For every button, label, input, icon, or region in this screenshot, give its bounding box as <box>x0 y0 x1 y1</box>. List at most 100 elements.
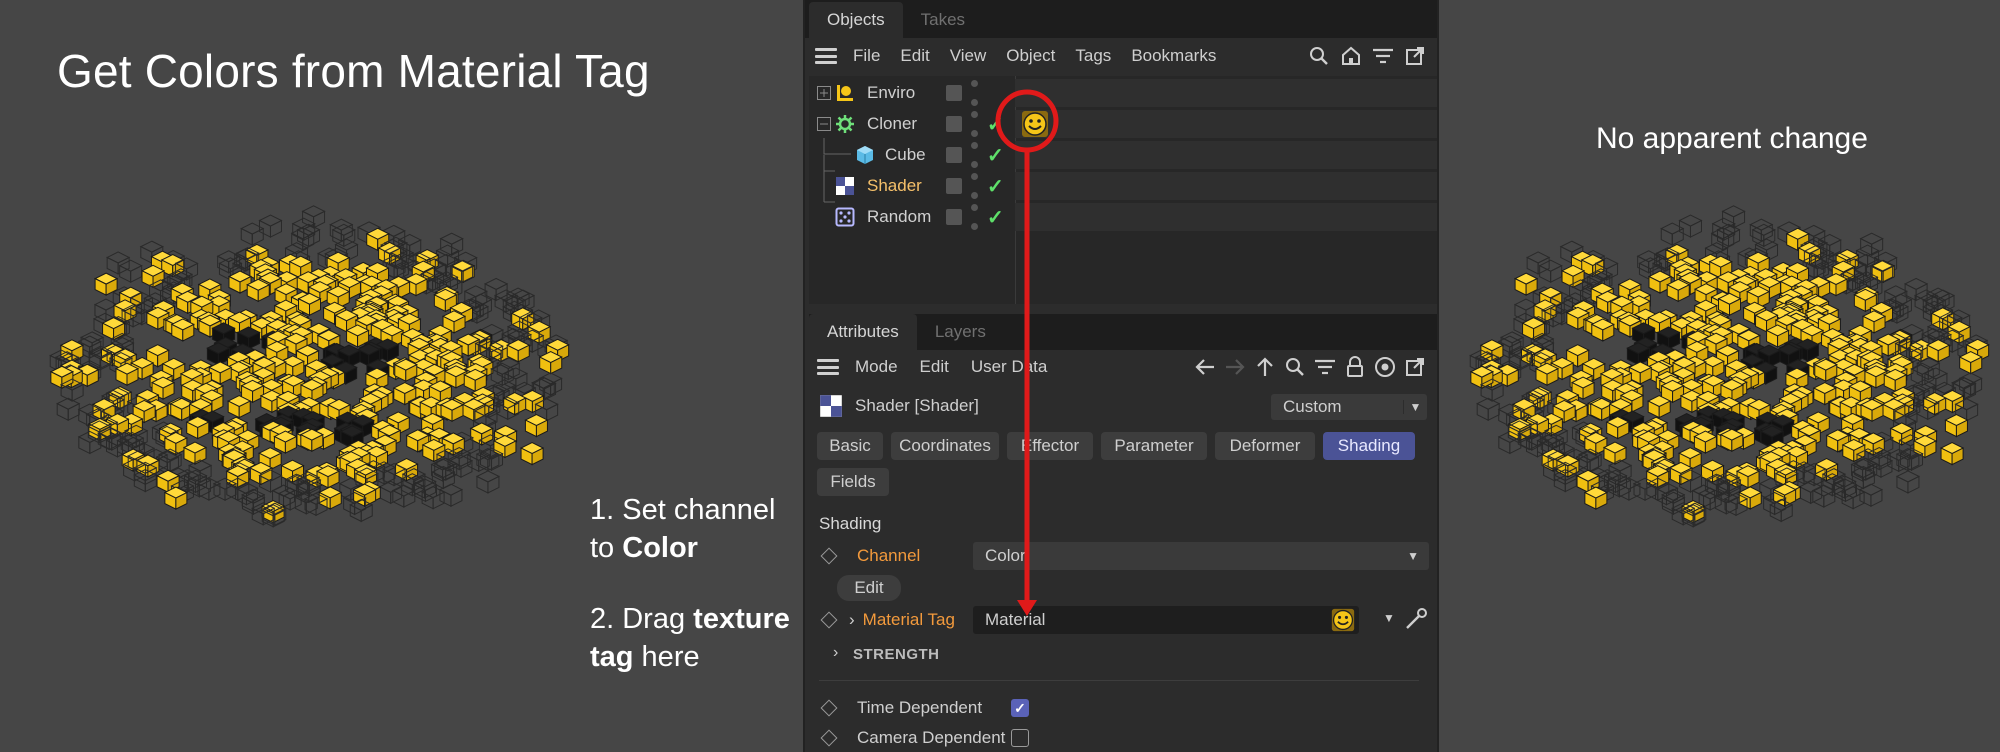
chevron-right-icon[interactable]: › <box>833 644 838 662</box>
chevron-down-icon[interactable]: ▼ <box>1383 611 1395 625</box>
voxel-cube <box>538 350 563 375</box>
voxel-cube <box>490 362 515 387</box>
search-icon[interactable] <box>1307 44 1331 68</box>
edit-toggle-icon[interactable] <box>946 85 962 101</box>
visibility-dots-icon[interactable] <box>971 204 979 230</box>
voxel-cube <box>241 491 266 516</box>
check-icon[interactable]: ✓ <box>987 112 1004 137</box>
material-tag-field[interactable]: Material <box>973 606 1359 634</box>
filter-icon[interactable] <box>1313 355 1337 379</box>
voxel-cube <box>296 223 321 248</box>
voxel-cube <box>1605 416 1630 440</box>
voxel-cube <box>56 397 81 421</box>
object-row-random[interactable]: Random ✓ <box>809 186 1437 232</box>
tab-takes[interactable]: Takes <box>903 2 983 38</box>
hamburger-menu-icon[interactable] <box>817 359 839 375</box>
step1-text: 1. Set channel <box>590 494 776 526</box>
voxel-cube <box>225 465 250 489</box>
hamburger-menu-icon[interactable] <box>815 48 837 64</box>
popout-icon[interactable] <box>1403 355 1427 379</box>
tab-layers[interactable]: Layers <box>917 314 1004 350</box>
filter-icon[interactable] <box>1371 44 1395 68</box>
forward-arrow-icon[interactable] <box>1223 355 1247 379</box>
up-arrow-icon[interactable] <box>1253 355 1277 379</box>
camera-dependent-checkbox[interactable] <box>1011 729 1029 747</box>
visibility-dots-icon[interactable] <box>971 80 979 106</box>
voxel-cube <box>439 232 464 256</box>
object-row-cube[interactable]: Cube ✓ <box>809 138 1437 170</box>
tab-parameter[interactable]: Parameter <box>1101 432 1207 460</box>
menu-user-data[interactable]: User Data <box>971 357 1048 377</box>
voxel-cube <box>1751 223 1776 248</box>
voxel-cube <box>1626 342 1651 366</box>
voxel-cube <box>439 398 465 423</box>
tab-shading[interactable]: Shading <box>1323 432 1415 460</box>
edit-toggle-icon[interactable] <box>946 116 962 132</box>
voxel-cube <box>1632 477 1658 501</box>
menu-object[interactable]: Object <box>1006 46 1055 66</box>
keyframe-diamond-icon[interactable] <box>820 729 838 747</box>
channel-param: Channel <box>819 542 920 570</box>
popout-icon[interactable] <box>1403 44 1427 68</box>
check-icon[interactable]: ✓ <box>987 174 1004 199</box>
menu-tags[interactable]: Tags <box>1075 46 1111 66</box>
time-dependent-checkbox[interactable]: ✓ <box>1011 699 1029 717</box>
voxel-cube <box>1916 357 1941 381</box>
strength-group[interactable]: STRENGTH <box>853 646 940 663</box>
edit-toggle-icon[interactable] <box>946 178 962 194</box>
edit-toggle-icon[interactable] <box>946 209 962 225</box>
voxel-cube <box>1710 227 1735 251</box>
expand-plus-icon[interactable] <box>817 86 831 100</box>
voxel-cube <box>1711 217 1736 242</box>
keyframe-diamond-icon[interactable] <box>820 699 838 717</box>
target-icon[interactable] <box>1373 355 1397 379</box>
voxel-cube <box>391 484 416 508</box>
voxel-cube <box>206 342 231 366</box>
back-arrow-icon[interactable] <box>1193 355 1217 379</box>
object-name: Random <box>867 207 932 226</box>
collapse-minus-icon[interactable] <box>817 117 831 131</box>
check-icon[interactable]: ✓ <box>987 205 1004 230</box>
tab-deformer[interactable]: Deformer <box>1215 432 1315 460</box>
side-note: No apparent change <box>1596 122 1868 155</box>
visibility-dots-icon[interactable] <box>971 142 979 168</box>
voxel-cube <box>1661 491 1686 516</box>
voxel-cube <box>524 414 549 438</box>
chevron-right-icon[interactable]: › <box>849 610 855 630</box>
channel-value: Color <box>985 546 1026 565</box>
tab-basic[interactable]: Basic <box>817 432 883 460</box>
keyframe-diamond-icon[interactable] <box>820 547 838 565</box>
object-row-enviro[interactable]: Enviro <box>809 78 1437 108</box>
object-row-shader[interactable]: Shader ✓ <box>809 155 1437 201</box>
edit-toggle-icon[interactable] <box>946 147 962 163</box>
edit-button[interactable]: Edit <box>837 575 901 601</box>
preset-dropdown[interactable]: Custom ▼ <box>1271 394 1427 420</box>
tab-objects[interactable]: Objects <box>809 2 903 38</box>
tab-fields[interactable]: Fields <box>817 468 889 496</box>
tab-attributes[interactable]: Attributes <box>809 314 917 350</box>
material-tag-param: › Material Tag <box>819 606 955 634</box>
tab-effector[interactable]: Effector <box>1007 432 1093 460</box>
menu-edit[interactable]: Edit <box>900 46 929 66</box>
menu-edit[interactable]: Edit <box>920 357 949 377</box>
shader-icon <box>836 177 854 195</box>
camera-dependent-param: Camera Dependent <box>819 724 1005 752</box>
voxel-cube <box>248 461 274 486</box>
visibility-dots-icon[interactable] <box>971 173 979 199</box>
home-icon[interactable] <box>1339 44 1363 68</box>
tab-coordinates[interactable]: Coordinates <box>891 432 999 460</box>
check-icon[interactable]: ✓ <box>987 143 1004 168</box>
visibility-dots-icon[interactable] <box>971 111 979 137</box>
channel-dropdown[interactable]: Color ▼ <box>973 542 1429 570</box>
search-icon[interactable] <box>1283 355 1307 379</box>
menu-view[interactable]: View <box>950 46 987 66</box>
menu-file[interactable]: File <box>853 46 880 66</box>
keyframe-diamond-icon[interactable] <box>820 611 838 629</box>
menu-bookmarks[interactable]: Bookmarks <box>1131 46 1216 66</box>
material-tag-icon[interactable] <box>1021 110 1049 138</box>
object-row-cloner[interactable]: Cloner ✓ <box>809 109 1437 139</box>
eyedropper-icon[interactable] <box>1403 606 1429 632</box>
lock-icon[interactable] <box>1343 355 1367 379</box>
menu-mode[interactable]: Mode <box>855 357 898 377</box>
attributes-header: Shader [Shader] <box>819 394 979 418</box>
